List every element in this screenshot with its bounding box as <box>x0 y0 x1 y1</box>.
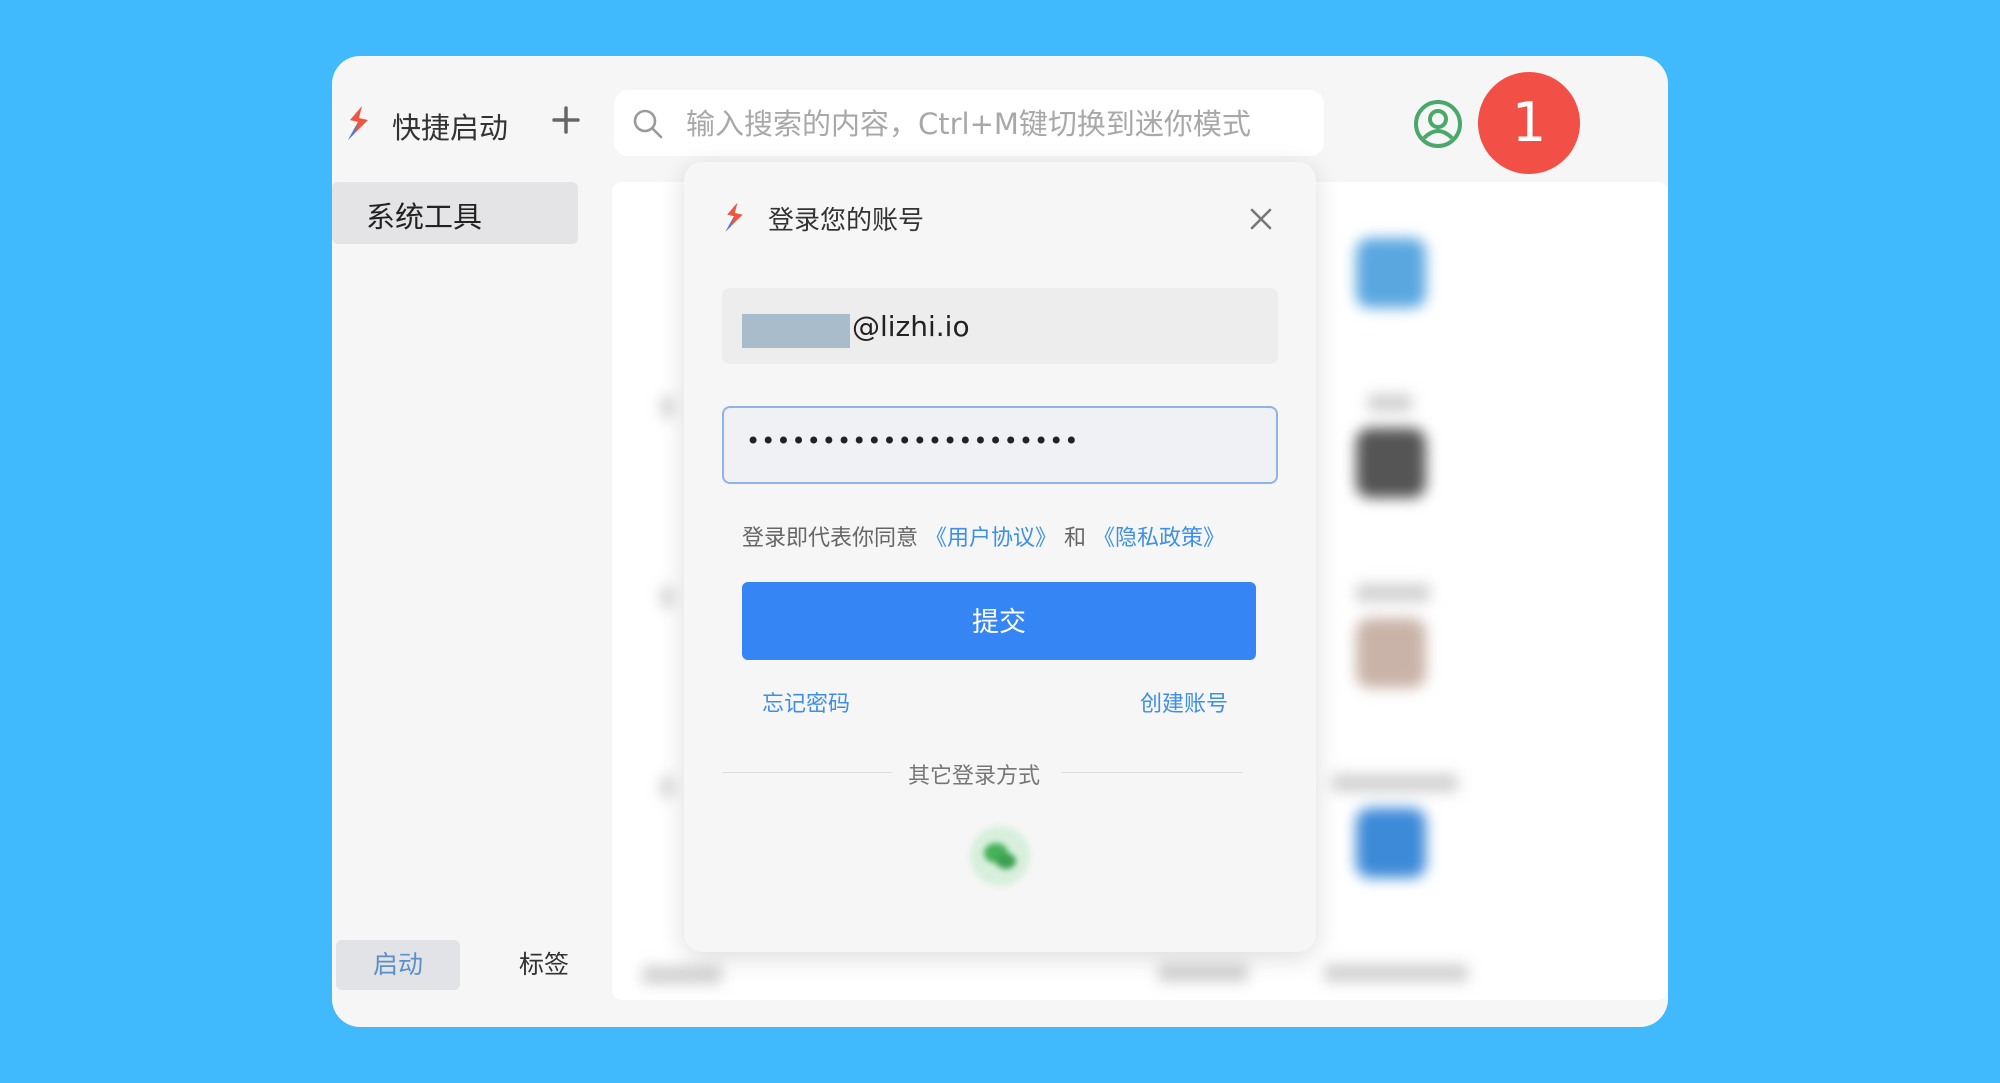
wechat-icon[interactable] <box>968 824 1032 888</box>
tab-launch[interactable]: 启动 <box>336 940 460 990</box>
divider-right <box>1062 772 1242 773</box>
other-login-label: 其它登录方式 <box>908 764 1041 789</box>
email-redaction <box>742 314 850 348</box>
forgot-password-link[interactable]: 忘记密码 <box>762 686 850 718</box>
app-title: 快捷启动 <box>392 111 509 145</box>
user-icon[interactable] <box>1412 98 1464 150</box>
sidebar-item-label: 系统工具 <box>366 200 483 234</box>
search-input[interactable] <box>684 90 1308 158</box>
password-field[interactable]: •••••••••••••••••••••• <box>722 406 1278 484</box>
agreement-and: 和 <box>1064 526 1087 551</box>
privacy-policy-link[interactable]: 《隐私政策》 <box>1093 526 1225 551</box>
close-icon[interactable] <box>1244 202 1278 236</box>
password-value: •••••••••••••••••••••• <box>746 427 1080 455</box>
notification-badge: 1 <box>1478 72 1580 174</box>
divider-left <box>722 772 892 773</box>
tab-tags[interactable]: 标签 <box>482 940 606 990</box>
email-value: @lizhi.io <box>852 310 970 343</box>
agreement-text: 登录即代表你同意 《用户协议》 和 《隐私政策》 <box>742 520 1225 552</box>
email-field[interactable]: @lizhi.io <box>722 288 1278 364</box>
login-dialog: 登录您的账号 @lizhi.io •••••••••••••••••••••• … <box>684 162 1316 952</box>
plus-icon[interactable] <box>546 100 586 140</box>
create-account-link[interactable]: 创建账号 <box>1140 686 1228 718</box>
sidebar-item-system-tools[interactable]: 系统工具 <box>332 182 578 244</box>
search-bar[interactable] <box>614 90 1324 158</box>
agreement-prefix: 登录即代表你同意 <box>742 526 919 551</box>
search-icon <box>633 109 663 139</box>
dialog-title: 登录您的账号 <box>768 206 925 236</box>
user-agreement-link[interactable]: 《用户协议》 <box>925 526 1057 551</box>
submit-button[interactable]: 提交 <box>742 582 1256 660</box>
logo-icon <box>348 106 368 140</box>
logo-icon <box>725 202 743 232</box>
